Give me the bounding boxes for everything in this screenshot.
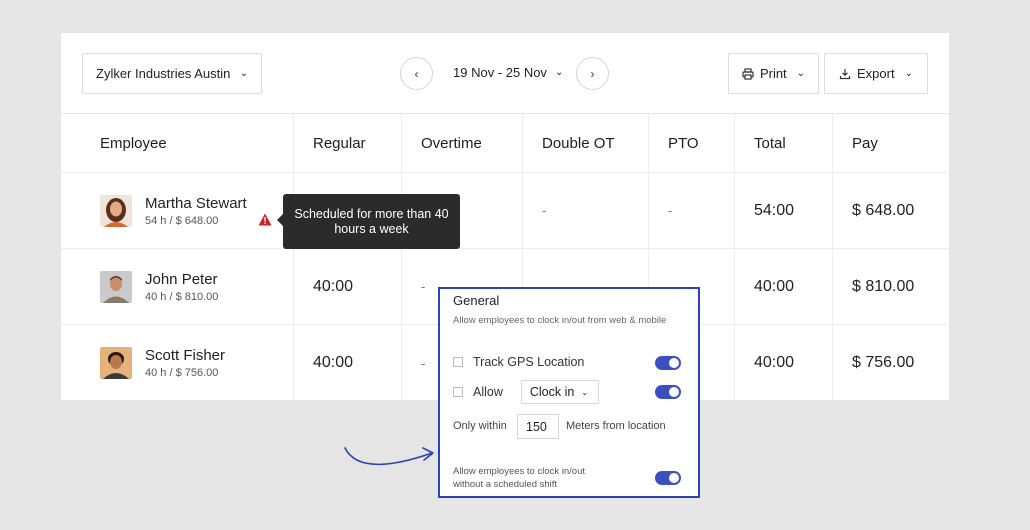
pay-cell: $ 810.00	[832, 249, 949, 324]
chevron-down-icon: ⌄	[904, 68, 913, 79]
date-range-select[interactable]: 19 Nov - 25 Nov ⌄	[453, 65, 563, 80]
column-header[interactable]: Double OT	[522, 114, 648, 172]
meters-input[interactable]: 150	[517, 414, 559, 439]
regular-cell: 40:00	[293, 249, 401, 324]
gps-label: Track GPS Location	[473, 355, 585, 369]
allow-checkbox[interactable]	[453, 387, 463, 397]
within-label: Only within	[453, 420, 507, 432]
chevron-left-icon: ‹	[414, 66, 419, 81]
clock-action-value: Clock in	[529, 385, 575, 399]
clock-action-select[interactable]: Clock in ⌄	[520, 380, 599, 404]
print-label: Print	[759, 66, 787, 81]
column-header[interactable]: PTO	[648, 114, 734, 172]
total-cell: 54:00	[734, 173, 832, 248]
column-header[interactable]: Pay	[832, 114, 949, 172]
org-select-label: Zylker Industries Austin	[96, 66, 231, 81]
column-header[interactable]: Total	[734, 114, 832, 172]
total-cell: 40:00	[734, 325, 832, 401]
column-header[interactable]: Overtime	[401, 114, 522, 172]
column-header[interactable]: Regular	[293, 114, 401, 172]
allow-option: Allow Clock in ⌄	[453, 380, 599, 404]
chevron-down-icon: ⌄	[554, 67, 564, 78]
chevron-down-icon: ⌄	[581, 387, 589, 397]
curved-arrow-icon	[344, 447, 434, 466]
allow-toggle[interactable]	[655, 385, 681, 399]
employee-name: Martha Stewart	[145, 194, 247, 212]
table-header: Employee Regular Overtime Double OT PTO …	[61, 114, 949, 173]
allow-label: Allow	[473, 385, 503, 399]
employee-cell[interactable]: Scott Fisher 40 h / $ 756.00	[61, 325, 293, 401]
unscheduled-shift-label: Allow employees to clock in/out without …	[453, 466, 586, 490]
meters-label: Meters from location	[566, 420, 666, 432]
panel-description: Allow employees to clock in/out from web…	[453, 315, 667, 326]
employee-cell[interactable]: John Peter 40 h / $ 810.00	[61, 249, 293, 324]
regular-cell: 40:00	[293, 325, 401, 401]
total-cell: 40:00	[734, 249, 832, 324]
employee-summary: 54 h / $ 648.00	[145, 214, 219, 227]
pay-cell: $ 756.00	[832, 325, 949, 401]
date-range-label: 19 Nov - 25 Nov	[453, 65, 547, 80]
panel-title: General	[453, 293, 500, 308]
org-select[interactable]: Zylker Industries Austin ⌄	[82, 53, 262, 94]
print-button[interactable]: Print ⌄	[728, 53, 819, 94]
printer-icon	[742, 67, 754, 80]
gps-toggle[interactable]	[655, 356, 681, 370]
unscheduled-shift-toggle[interactable]	[655, 471, 681, 485]
employee-cell[interactable]: Martha Stewart 54 h / $ 648.00	[61, 173, 293, 248]
pay-cell: $ 648.00	[832, 173, 949, 248]
employee-summary: 40 h / $ 756.00	[145, 367, 219, 379]
avatar	[100, 270, 132, 303]
warning-icon[interactable]	[258, 213, 272, 226]
employee-summary: 40 h / $ 810.00	[145, 290, 219, 303]
pto-cell: -	[648, 173, 734, 248]
chevron-down-icon: ⌄	[239, 68, 248, 79]
double-ot-cell: -	[522, 173, 648, 248]
chevron-right-icon: ›	[590, 66, 595, 81]
next-week-button[interactable]: ›	[576, 57, 609, 90]
toolbar: Zylker Industries Austin ⌄ ‹ 19 Nov - 25…	[61, 33, 949, 114]
employee-name: Scott Fisher	[145, 347, 226, 364]
download-icon	[839, 68, 851, 79]
chevron-down-icon: ⌄	[796, 68, 806, 79]
avatar	[100, 347, 132, 379]
column-header[interactable]: Employee	[61, 114, 293, 172]
prev-week-button[interactable]: ‹	[400, 57, 433, 90]
gps-option: Track GPS Location	[453, 355, 584, 369]
export-button[interactable]: Export ⌄	[824, 53, 928, 94]
avatar	[100, 194, 132, 227]
tooltip-text: Scheduled for more than 40 hours a week	[294, 206, 449, 236]
employee-name: John Peter	[145, 270, 218, 288]
table-row[interactable]: Martha Stewart 54 h / $ 648.00 - - 54:00…	[61, 173, 949, 249]
general-settings-panel: General Allow employees to clock in/out …	[438, 287, 700, 498]
overtime-warning-tooltip: Scheduled for more than 40 hours a week	[277, 194, 460, 249]
gps-checkbox[interactable]	[453, 357, 463, 367]
export-label: Export	[857, 66, 895, 81]
